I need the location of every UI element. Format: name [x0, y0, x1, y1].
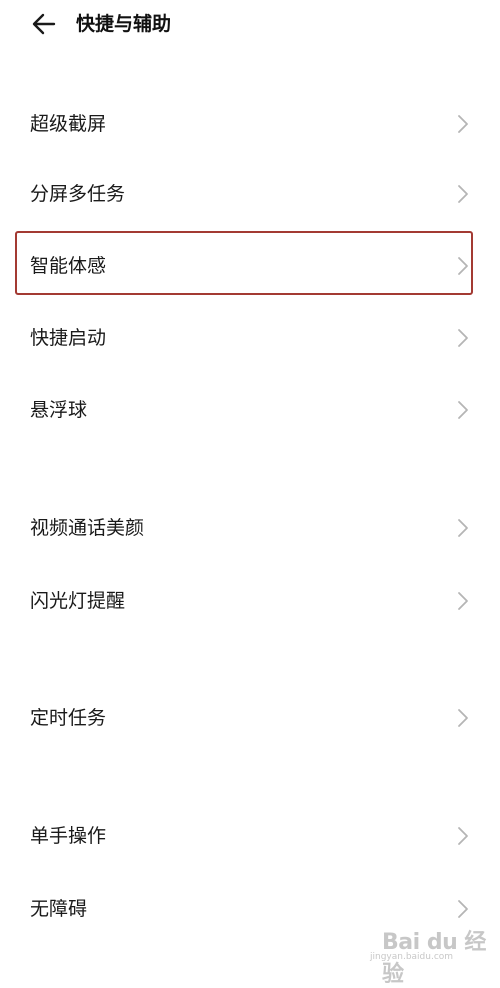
settings-item-label: 视频通话美颜 — [30, 517, 145, 539]
chevron-right-icon — [458, 900, 468, 918]
watermark-url: jingyan.baidu.com — [370, 952, 454, 962]
chevron-right-icon — [458, 401, 468, 419]
chevron-right-icon — [458, 827, 468, 845]
settings-item-label: 智能体感 — [30, 255, 107, 277]
arrow-left-icon — [32, 13, 56, 35]
settings-item-label: 快捷启动 — [30, 327, 107, 349]
chevron-right-icon — [458, 185, 468, 203]
chevron-right-icon — [458, 329, 468, 347]
settings-item-super-screenshot[interactable]: 超级截屏 — [0, 96, 500, 152]
top-bar: 快捷与辅助 — [0, 0, 500, 48]
settings-item-one-handed[interactable]: 单手操作 — [0, 808, 500, 864]
chevron-right-icon — [458, 257, 468, 275]
back-button[interactable] — [28, 8, 60, 40]
chevron-right-icon — [458, 709, 468, 727]
settings-item-label: 无障碍 — [30, 898, 88, 920]
settings-item-quick-launch[interactable]: 快捷启动 — [0, 310, 500, 366]
settings-item-label: 闪光灯提醒 — [30, 590, 126, 612]
settings-item-scheduled-tasks[interactable]: 定时任务 — [0, 690, 500, 746]
settings-item-flash-reminder[interactable]: 闪光灯提醒 — [0, 573, 500, 629]
baidu-jingyan-watermark: Bai du 经验 jingyan.baidu.com — [370, 922, 495, 987]
settings-item-label: 超级截屏 — [30, 113, 107, 135]
page-title: 快捷与辅助 — [76, 13, 172, 35]
chevron-right-icon — [458, 519, 468, 537]
settings-item-split-screen[interactable]: 分屏多任务 — [0, 166, 500, 222]
settings-item-floating-ball[interactable]: 悬浮球 — [0, 382, 500, 438]
settings-item-label: 单手操作 — [30, 825, 107, 847]
settings-item-video-call-beauty[interactable]: 视频通话美颜 — [0, 500, 500, 556]
settings-item-label: 悬浮球 — [30, 399, 88, 421]
settings-item-label: 定时任务 — [30, 707, 107, 729]
chevron-right-icon — [458, 115, 468, 133]
settings-item-label: 分屏多任务 — [30, 183, 126, 205]
chevron-right-icon — [458, 592, 468, 610]
settings-item-smart-motion[interactable]: 智能体感 — [0, 238, 500, 294]
